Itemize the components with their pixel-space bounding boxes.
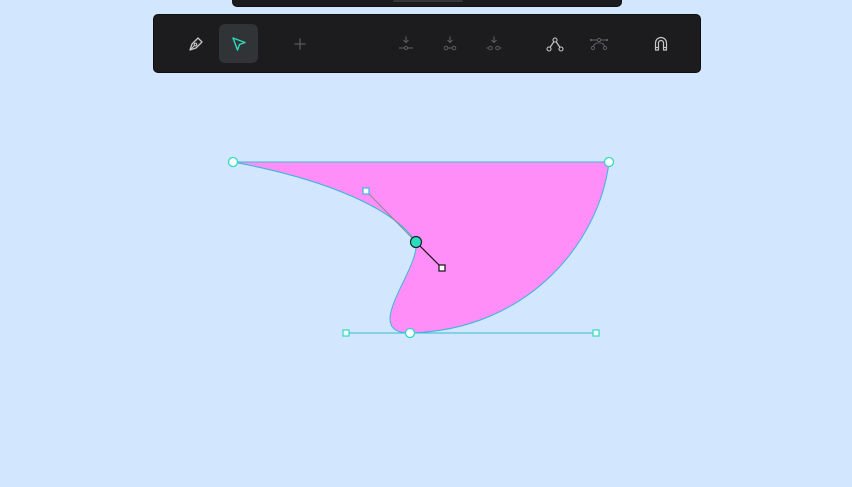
drawing-canvas[interactable]: [0, 0, 852, 487]
control-handle-out[interactable]: [438, 264, 446, 272]
plus-icon: [294, 38, 305, 49]
anchor-point-top-right[interactable]: [603, 156, 615, 168]
path-editing-toolbar: [153, 14, 701, 73]
add-point-button[interactable]: [280, 24, 319, 63]
anchor-point-selected[interactable]: [409, 235, 423, 249]
insert-node-between-icon: [443, 36, 456, 50]
pen-tool-button[interactable]: [176, 24, 215, 63]
smooth-node-button[interactable]: [579, 24, 618, 63]
insert-node-button[interactable]: [386, 24, 425, 63]
cursor-icon: [231, 36, 246, 51]
curve-node-icon: [545, 36, 564, 52]
canvas-svg: [227, 156, 615, 339]
top-panel-edge: [232, 0, 622, 7]
magnet-icon: [654, 36, 667, 51]
select-tool-button[interactable]: [219, 24, 258, 63]
insert-node-split-icon: [486, 36, 501, 50]
control-handle-bottom-left[interactable]: [342, 329, 350, 337]
snap-toggle-button[interactable]: [641, 24, 680, 63]
insert-node-between-button[interactable]: [430, 24, 469, 63]
control-handle-bottom-right[interactable]: [592, 329, 600, 337]
panel-grip[interactable]: [393, 0, 463, 2]
curve-node-button[interactable]: [535, 24, 574, 63]
insert-node-icon: [398, 36, 413, 50]
anchor-point-top-left[interactable]: [227, 156, 239, 168]
smooth-node-icon: [589, 37, 608, 50]
control-handle-in[interactable]: [362, 187, 370, 195]
anchor-point-bottom[interactable]: [404, 327, 416, 339]
insert-node-split-button[interactable]: [474, 24, 513, 63]
pen-icon: [188, 36, 203, 51]
